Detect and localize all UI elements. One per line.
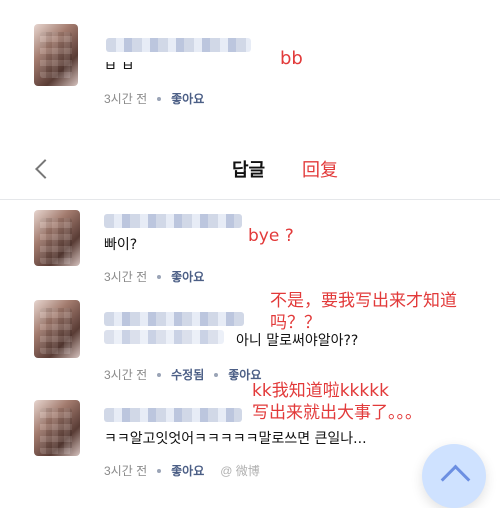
meta-separator-dot xyxy=(157,372,162,377)
reply-time: 3시간 전 xyxy=(104,464,148,478)
reply-annotation-line: kk我知道啦kkkkk xyxy=(252,381,389,401)
page-title: 답글 xyxy=(232,160,266,181)
scroll-to-top-button[interactable] xyxy=(422,444,486,508)
reply-item: 아니 말로써야알아?? 不是，要我写出来才知道 吗？？ 3시간 전 수정됨 좋아… xyxy=(0,288,500,392)
reply-meta: 3시간 전 좋아요 @ 微博 xyxy=(104,462,260,479)
comment-text: ㅂ ㅂ xyxy=(104,59,135,75)
reply-meta: 3시간 전 좋아요 xyxy=(104,268,204,285)
title-annotation: 回复 xyxy=(302,160,338,181)
meta-separator-dot xyxy=(157,96,162,101)
comment-time: 3시간 전 xyxy=(104,92,148,106)
meta-separator-dot xyxy=(214,372,219,377)
reply-annotation-line: 写出来就出大事了。。。 xyxy=(252,403,422,423)
comment-meta: 3시간 전 좋아요 xyxy=(104,90,204,107)
reply-header: 답글 回复 xyxy=(0,132,500,200)
chevron-up-icon xyxy=(440,464,471,495)
back-chevron-icon[interactable] xyxy=(35,159,55,179)
username-blurred xyxy=(104,408,242,422)
reply-annotation-line: 不是，要我写出来才知道 xyxy=(270,291,457,311)
reply-time: 3시간 전 xyxy=(104,368,148,382)
top-comment-card: ㅂ ㅂ bb 3시간 전 좋아요 xyxy=(0,0,500,128)
avatar xyxy=(34,300,80,358)
avatar xyxy=(34,400,80,456)
meta-separator-dot xyxy=(157,468,162,473)
avatar xyxy=(34,24,78,86)
reply-annotation: bye ? xyxy=(248,226,294,246)
meta-separator-dot xyxy=(157,274,162,279)
watermark: @ 微博 xyxy=(220,464,260,478)
avatar xyxy=(34,210,80,266)
reply-text: ㅋㅋ알고잇엇어ㅋㅋㅋㅋㅋ말로쓰면 큰일나... xyxy=(104,431,367,447)
reply-annotation: kk我知道啦kkkkk 写出来就出大事了。。。 xyxy=(252,380,422,424)
username-blurred xyxy=(104,312,244,326)
comment-annotation: bb xyxy=(280,48,303,69)
like-button[interactable]: 좋아요 xyxy=(171,462,204,479)
username-blurred xyxy=(104,330,224,344)
reply-time: 3시간 전 xyxy=(104,270,148,284)
username-blurred xyxy=(104,214,242,228)
edited-label: 수정됨 xyxy=(171,368,205,382)
reply-meta: 3시간 전 수정됨 좋아요 xyxy=(104,366,261,383)
like-button[interactable]: 좋아요 xyxy=(171,90,204,107)
reply-item: ㅋㅋ알고잇엇어ㅋㅋㅋㅋㅋ말로쓰면 큰일나... kk我知道啦kkkkk 写出来就… xyxy=(0,381,500,508)
reply-annotation: 不是，要我写出来才知道 吗？？ xyxy=(270,290,457,334)
username-blurred xyxy=(106,38,251,52)
reply-annotation-line: 吗？？ xyxy=(270,313,321,333)
like-button[interactable]: 좋아요 xyxy=(171,268,204,285)
reply-item: 빠이? bye ? 3시간 전 좋아요 xyxy=(0,200,500,288)
reply-text: 빠이? xyxy=(104,237,138,253)
